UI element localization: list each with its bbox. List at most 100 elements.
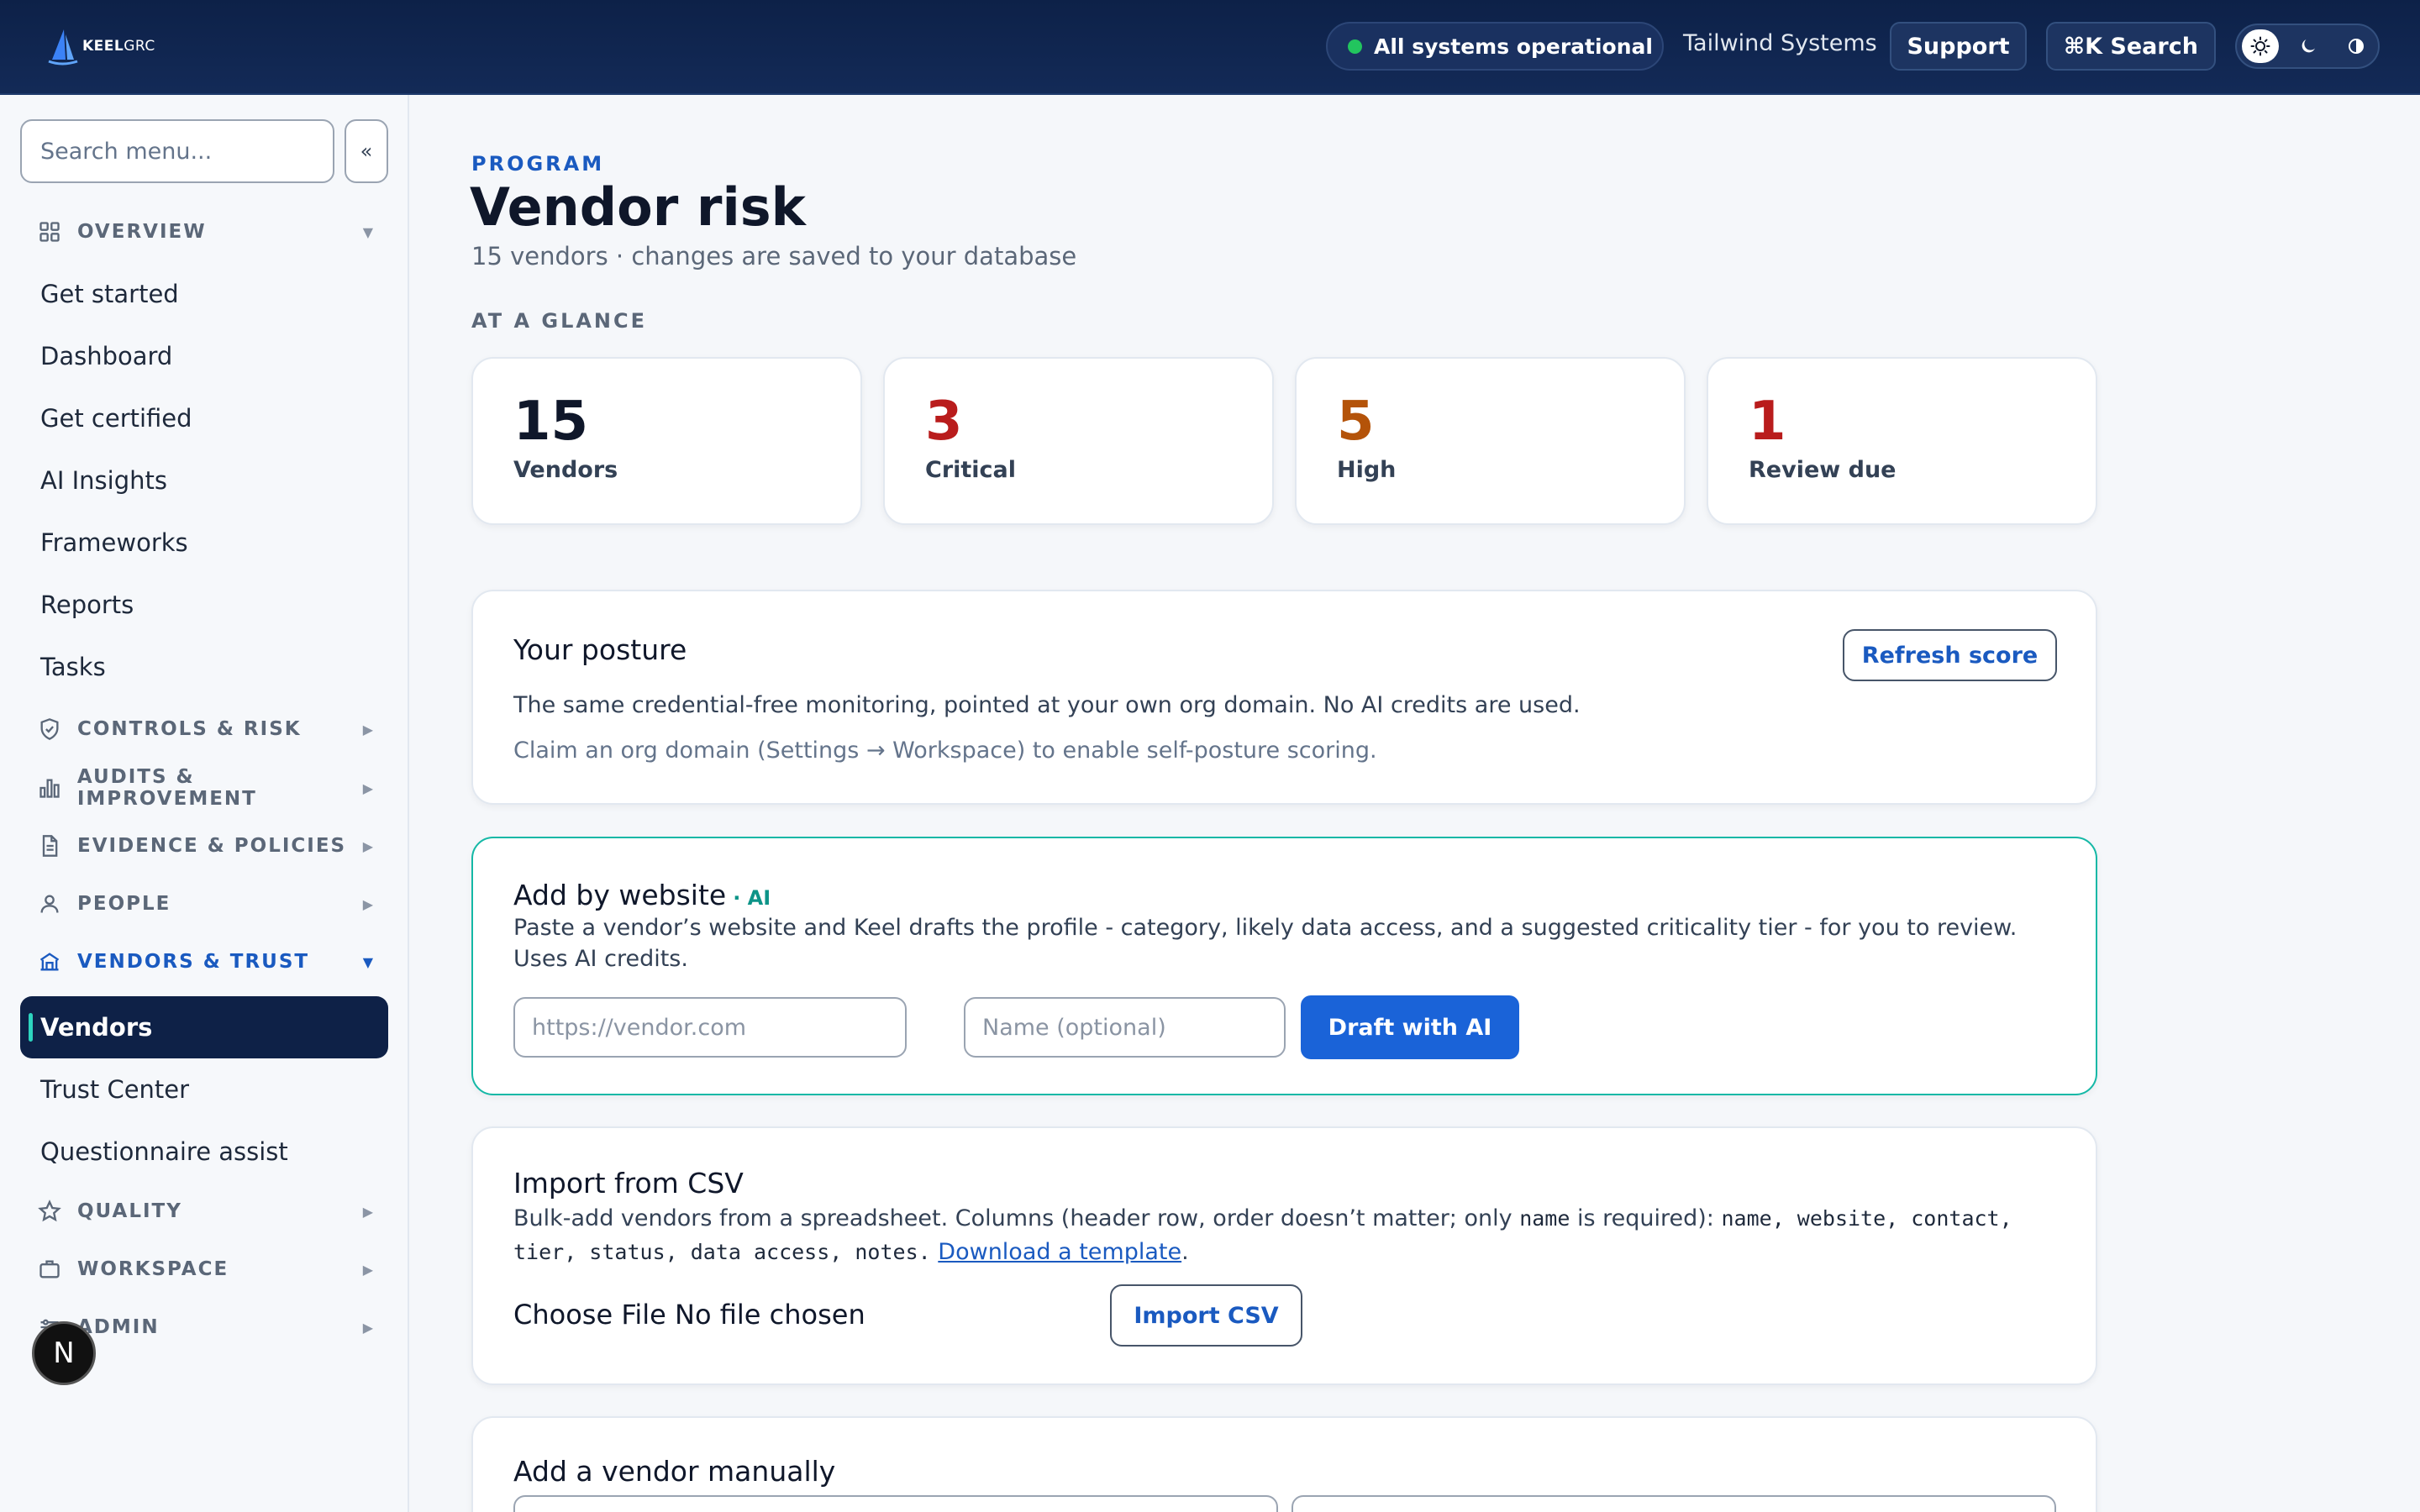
- star-icon: [37, 1199, 62, 1224]
- section-label: WORKSPACE: [77, 1258, 229, 1280]
- nav-get-started[interactable]: Get started: [20, 263, 388, 325]
- chevron-right-icon: ▶: [362, 1203, 373, 1220]
- briefcase-icon: [37, 1257, 62, 1282]
- vendor-url-input[interactable]: [513, 997, 907, 1058]
- csv-file-input[interactable]: Choose File No file chosen: [513, 1299, 865, 1331]
- section-label: EVIDENCE & POLICIES: [77, 835, 347, 857]
- posture-title: Your posture: [513, 633, 687, 666]
- nav-questionnaire-assist[interactable]: Questionnaire assist: [20, 1121, 388, 1183]
- nav-dashboard[interactable]: Dashboard: [20, 325, 388, 387]
- top-bar: KEELGRC All systems operational Tailwind…: [0, 0, 2420, 95]
- vendor-name-input[interactable]: [964, 997, 1286, 1058]
- chevron-down-icon: ▼: [362, 223, 373, 240]
- section-controls-risk[interactable]: CONTROLS & RISK ▶: [37, 712, 381, 746]
- moon-icon: [2302, 39, 2315, 53]
- stat-label: Critical: [925, 457, 1017, 483]
- import-csv-description: Bulk-add vendors from a spreadsheet. Col…: [513, 1205, 2012, 1265]
- add-by-website-title: Add by website · AI: [513, 879, 771, 911]
- stat-card-critical: 3 Critical: [883, 357, 1274, 525]
- building-icon: [37, 949, 62, 974]
- chevron-right-icon: ▶: [362, 1319, 373, 1336]
- posture-hint: Claim an org domain (Settings → Workspac…: [513, 738, 1377, 764]
- chevron-right-icon: ▶: [362, 895, 373, 912]
- section-quality[interactable]: QUALITY ▶: [37, 1194, 381, 1228]
- bar-chart-icon: [37, 775, 62, 801]
- add-by-website-card: Add by website · AI Paste a vendor’s webs…: [471, 837, 2097, 1095]
- stat-value: 3: [925, 391, 963, 453]
- page-title: Vendor risk: [470, 176, 806, 238]
- posture-card: Your posture Refresh score The same cred…: [471, 590, 2097, 805]
- sidebar: « OVERVIEW ▼ Get started Dashboard Get c…: [0, 95, 409, 1512]
- stat-value: 15: [513, 391, 589, 453]
- draft-with-ai-button[interactable]: Draft with AI: [1301, 995, 1519, 1059]
- shield-icon: [37, 717, 62, 742]
- stat-card-high: 5 High: [1295, 357, 1686, 525]
- keel-logo[interactable]: KEELGRC: [45, 25, 155, 67]
- org-switcher[interactable]: Tailwind Systems: [1683, 30, 1877, 56]
- nav-ai-insights[interactable]: AI Insights: [20, 449, 388, 512]
- theme-light-button[interactable]: [2242, 29, 2279, 63]
- support-button[interactable]: Support: [1890, 22, 2027, 71]
- chevron-right-icon: ▶: [362, 780, 373, 796]
- system-status-badge[interactable]: All systems operational: [1326, 22, 1664, 71]
- stat-label: Review due: [1749, 457, 1897, 483]
- nav-trust-center[interactable]: Trust Center: [20, 1058, 388, 1121]
- nav-tasks[interactable]: Tasks: [20, 636, 388, 698]
- section-audits-improvement[interactable]: AUDITS & IMPROVEMENT ▶: [37, 766, 381, 810]
- grid-icon: [37, 219, 62, 244]
- chevron-right-icon: ▶: [362, 1261, 373, 1278]
- stat-value: 5: [1337, 391, 1375, 453]
- section-label: CONTROLS & RISK: [77, 718, 302, 740]
- section-workspace[interactable]: WORKSPACE ▶: [37, 1252, 381, 1286]
- chevron-down-icon: ▼: [362, 953, 373, 970]
- add-manually-title: Add a vendor manually: [513, 1455, 836, 1488]
- vendor-name-field[interactable]: [513, 1495, 1278, 1512]
- section-vendors-trust[interactable]: VENDORS & TRUST ▼: [37, 945, 381, 979]
- stat-value: 1: [1749, 391, 1786, 453]
- theme-dark-button[interactable]: [2290, 29, 2327, 63]
- chevron-right-icon: ▶: [362, 837, 373, 854]
- menu-search-input[interactable]: [20, 119, 334, 183]
- page-subtitle: 15 vendors · changes are saved to your d…: [471, 242, 1077, 270]
- stat-label: High: [1337, 457, 1397, 483]
- command-search-button[interactable]: ⌘K Search: [2046, 22, 2216, 71]
- add-by-website-description: Paste a vendor’s website and Keel drafts…: [513, 915, 2018, 972]
- stat-card-vendors: 15 Vendors: [471, 357, 862, 525]
- nav-reports[interactable]: Reports: [20, 574, 388, 636]
- import-csv-card: Import from CSV Bulk-add vendors from a …: [471, 1126, 2097, 1385]
- section-label: QUALITY: [77, 1200, 182, 1222]
- page-eyebrow: PROGRAM: [471, 152, 605, 176]
- section-label: AUDITS & IMPROVEMENT: [76, 766, 257, 810]
- status-dot-icon: [1348, 39, 1362, 54]
- sun-icon: [2250, 36, 2270, 56]
- download-template-link[interactable]: Download a template: [938, 1239, 1181, 1265]
- add-vendor-manually-card: Add a vendor manually: [471, 1416, 2097, 1512]
- chevron-right-icon: ▶: [362, 721, 373, 738]
- status-text: All systems operational: [1374, 34, 1653, 59]
- stat-label: Vendors: [513, 457, 618, 483]
- sail-logo-icon: [48, 29, 78, 66]
- user-avatar[interactable]: N: [32, 1321, 96, 1385]
- nav-get-certified[interactable]: Get certified: [20, 387, 388, 449]
- theme-switcher: [2235, 24, 2380, 69]
- nav-vendors[interactable]: Vendors: [20, 996, 388, 1058]
- import-csv-button[interactable]: Import CSV: [1110, 1284, 1302, 1347]
- at-a-glance-label: AT A GLANCE: [471, 309, 648, 333]
- refresh-score-button[interactable]: Refresh score: [1843, 629, 2057, 681]
- contrast-icon: [2349, 39, 2364, 54]
- import-csv-title: Import from CSV: [513, 1167, 744, 1200]
- logo-text: KEELGRC: [82, 38, 155, 55]
- nav-frameworks[interactable]: Frameworks: [20, 512, 388, 574]
- section-evidence-policies[interactable]: EVIDENCE & POLICIES ▶: [37, 829, 381, 863]
- vendor-website-field[interactable]: [1292, 1495, 2056, 1512]
- section-label: VENDORS & TRUST: [77, 951, 310, 973]
- section-overview[interactable]: OVERVIEW ▼: [37, 215, 381, 249]
- posture-description: The same credential-free monitoring, poi…: [513, 692, 1581, 718]
- theme-contrast-button[interactable]: [2338, 29, 2375, 63]
- person-icon: [37, 891, 62, 916]
- section-label: OVERVIEW: [77, 221, 207, 243]
- collapse-sidebar-button[interactable]: «: [345, 119, 388, 183]
- section-people[interactable]: PEOPLE ▶: [37, 887, 381, 921]
- section-label: PEOPLE: [77, 893, 171, 915]
- stat-card-review-due: 1 Review due: [1707, 357, 2097, 525]
